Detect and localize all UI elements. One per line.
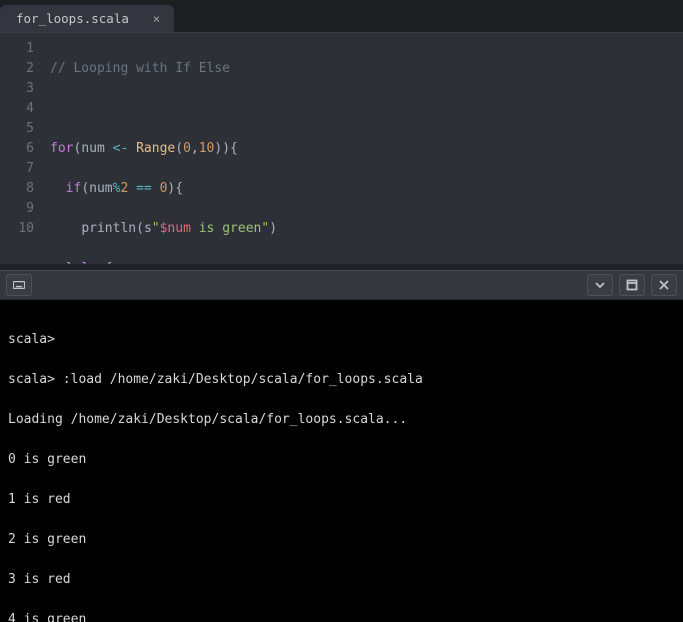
- tab-bar: for_loops.scala ×: [0, 0, 683, 32]
- terminal-line: 1 is red: [8, 490, 675, 510]
- line-number: 9: [0, 199, 34, 219]
- code-line: [50, 99, 277, 119]
- maximize-icon[interactable]: [619, 274, 645, 296]
- terminal-panel[interactable]: scala> scala> :load /home/zaki/Desktop/s…: [0, 300, 683, 622]
- keyboard-icon[interactable]: [6, 274, 32, 296]
- terminal-line: 4 is green: [8, 610, 675, 622]
- terminal-toolbar: [0, 270, 683, 300]
- code-line: println(s"$num is green"): [50, 219, 277, 239]
- code-editor[interactable]: 1 2 3 4 5 6 7 8 9 10 // Looping with If …: [0, 32, 683, 264]
- line-number: 6: [0, 139, 34, 159]
- code-line: for(num <- Range(0,10)){: [50, 139, 277, 159]
- terminal-line: scala>: [8, 330, 675, 350]
- terminal-line: 3 is red: [8, 570, 675, 590]
- close-panel-icon[interactable]: [651, 274, 677, 296]
- line-number: 7: [0, 159, 34, 179]
- line-number: 5: [0, 119, 34, 139]
- code-line: // Looping with If Else: [50, 59, 277, 79]
- editor-tab[interactable]: for_loops.scala ×: [0, 5, 174, 32]
- line-number: 2: [0, 59, 34, 79]
- code-line: if(num%2 == 0){: [50, 179, 277, 199]
- code-area[interactable]: // Looping with If Else for(num <- Range…: [44, 33, 277, 264]
- terminal-line: 0 is green: [8, 450, 675, 470]
- tab-title: for_loops.scala: [16, 11, 129, 26]
- terminal-line: scala> :load /home/zaki/Desktop/scala/fo…: [8, 370, 675, 390]
- line-number: 10: [0, 219, 34, 239]
- line-number-gutter: 1 2 3 4 5 6 7 8 9 10: [0, 33, 44, 264]
- line-number: 1: [0, 39, 34, 59]
- terminal-line: 2 is green: [8, 530, 675, 550]
- line-number: 3: [0, 79, 34, 99]
- chevron-down-icon[interactable]: [587, 274, 613, 296]
- line-number: 8: [0, 179, 34, 199]
- line-number: 4: [0, 99, 34, 119]
- terminal-line: Loading /home/zaki/Desktop/scala/for_loo…: [8, 410, 675, 430]
- close-icon[interactable]: ×: [153, 13, 160, 25]
